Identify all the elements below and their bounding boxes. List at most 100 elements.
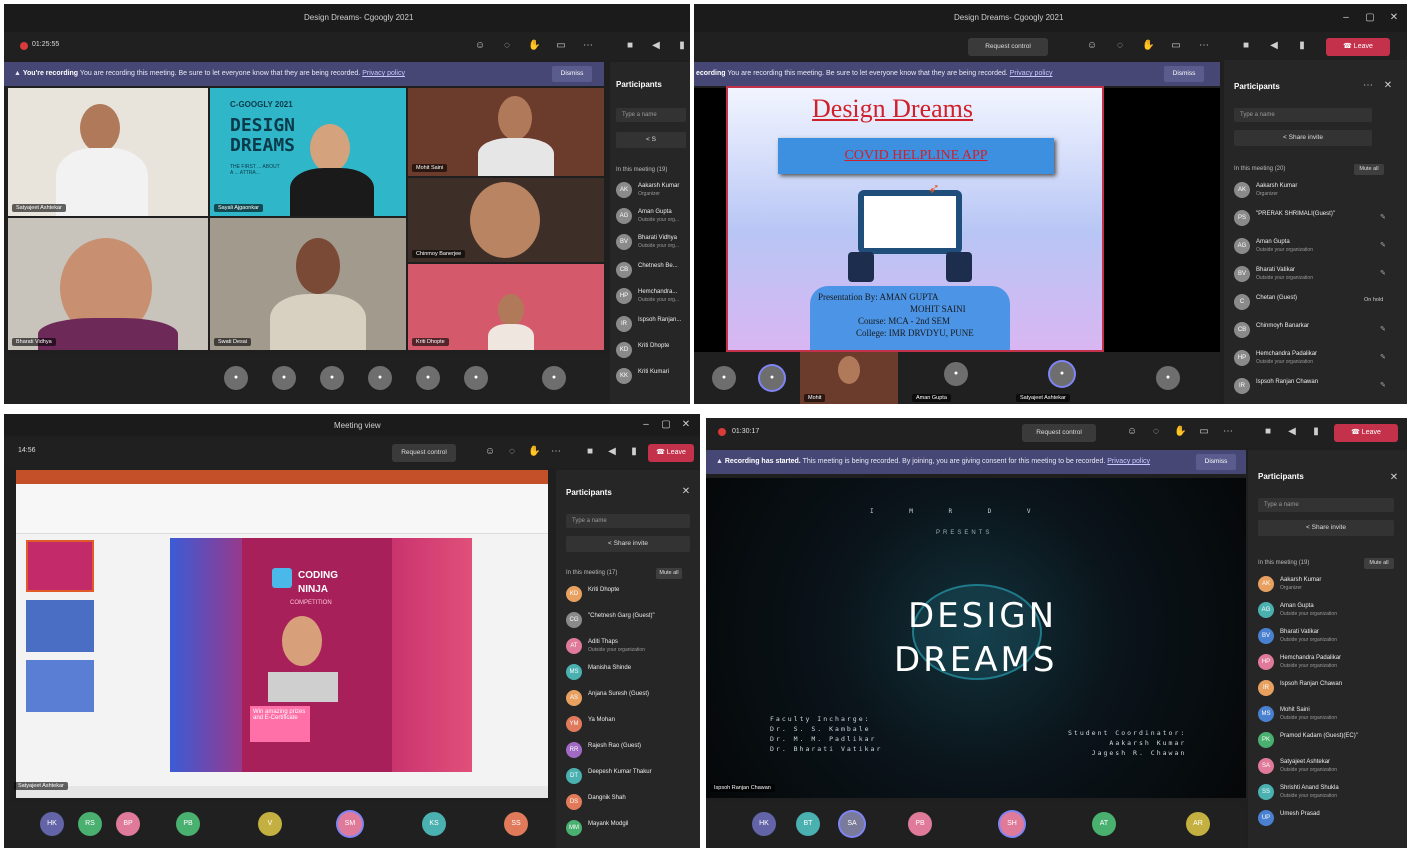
share-invite-button[interactable]: < Share invite: [1258, 520, 1394, 536]
participant-item[interactable]: BV Bharati Vatikar Outside your organiza…: [1234, 264, 1394, 286]
participant-item[interactable]: CB Chinmoyh Banarkar ✎: [1234, 320, 1394, 342]
participant-avatar[interactable]: ●: [944, 362, 968, 386]
participant-item[interactable]: MS Mohit Saini Outside your organization: [1258, 704, 1398, 726]
maximize-icon[interactable]: ▢: [1364, 12, 1376, 24]
participant-avatar[interactable]: ●: [712, 366, 736, 390]
close-icon[interactable]: ✕: [680, 419, 692, 431]
chat-icon[interactable]: ◌: [501, 40, 513, 52]
participant-item[interactable]: AT Aditi Thaps Outside your organization: [566, 636, 690, 658]
participant-avatar[interactable]: ●: [416, 366, 440, 390]
video-tile[interactable]: Mohit Saini: [408, 88, 604, 176]
participant-avatar[interactable]: HK: [40, 812, 64, 836]
request-control-button[interactable]: Request control: [1022, 424, 1096, 442]
dismiss-button[interactable]: Dismiss: [552, 66, 592, 82]
video-tile[interactable]: Swati Desai: [210, 218, 406, 350]
more-icon[interactable]: ⋯: [582, 40, 594, 52]
participant-search-input[interactable]: Type a name: [566, 514, 690, 528]
participant-avatar[interactable]: ●: [1156, 366, 1180, 390]
participant-avatar[interactable]: ●: [542, 366, 566, 390]
participant-item[interactable]: IR Ispsoh Ranjan Chawan ✎: [1234, 376, 1394, 398]
mic-icon[interactable]: ◀: [1286, 426, 1298, 438]
camera-icon[interactable]: ■: [1240, 40, 1252, 52]
ppt-thumbnail[interactable]: [26, 540, 94, 592]
privacy-link[interactable]: Privacy policy: [362, 70, 405, 77]
participant-avatar[interactable]: KS: [422, 812, 446, 836]
participant-item[interactable]: SS Shrishti Anand Shukla Outside your orga…: [1258, 782, 1398, 804]
participant-avatar[interactable]: PB: [176, 812, 200, 836]
dismiss-button[interactable]: Dismiss: [1164, 66, 1204, 82]
mic-icon[interactable]: ◀: [1268, 40, 1280, 52]
more-icon[interactable]: ⋯: [1198, 40, 1210, 52]
mute-all-button[interactable]: Mute all: [1354, 164, 1384, 175]
camera-icon[interactable]: ■: [1262, 426, 1274, 438]
participant-item[interactable]: AK Aakarsh Kumar Organizer: [1258, 574, 1398, 596]
camera-icon[interactable]: ■: [624, 40, 636, 52]
participant-item[interactable]: DS Dangnik Shah: [566, 792, 690, 814]
participant-item[interactable]: IR Ispsoh Ranjan Chawan: [1258, 678, 1398, 700]
participant-avatar[interactable]: ●: [368, 366, 392, 390]
more-icon[interactable]: ⋯: [1222, 426, 1234, 438]
share-invite-button[interactable]: < Share invite: [566, 536, 690, 552]
participant-avatar[interactable]: ●: [320, 366, 344, 390]
more-icon[interactable]: ⋯: [550, 446, 562, 458]
participant-item[interactable]: KD Kriti Dhopte: [566, 584, 690, 606]
participant-avatar[interactable]: RS: [78, 812, 102, 836]
participants-icon[interactable]: ☺: [474, 40, 486, 52]
close-icon[interactable]: ✕: [1388, 472, 1400, 484]
participant-item[interactable]: PK Pramod Kadam (Guest)(EC)": [1258, 730, 1398, 752]
rooms-icon[interactable]: ▭: [555, 40, 567, 52]
participant-avatar[interactable]: BT: [796, 812, 820, 836]
chat-icon[interactable]: ◌: [1150, 426, 1162, 438]
participant-item[interactable]: IR Ispsoh Ranjan...: [616, 314, 690, 336]
ppt-thumbnail[interactable]: [26, 660, 94, 712]
privacy-link[interactable]: Privacy policy: [1107, 458, 1150, 465]
participant-avatar[interactable]: ●: [760, 366, 784, 390]
participant-item[interactable]: AG Aman Gupta Outside your org...: [616, 206, 690, 228]
participant-item[interactable]: KD Kriti Dhopte: [616, 340, 690, 362]
close-icon[interactable]: ✕: [680, 486, 692, 498]
more-icon[interactable]: ⋯: [1362, 80, 1374, 92]
reactions-icon[interactable]: ✋: [528, 40, 540, 52]
participant-avatar[interactable]: SS: [504, 812, 528, 836]
participant-search-input[interactable]: Type a name: [1258, 498, 1394, 512]
rooms-icon[interactable]: ▭: [1198, 426, 1210, 438]
participant-search-input[interactable]: Type a name: [1234, 108, 1372, 122]
participant-avatar[interactable]: ●: [272, 366, 296, 390]
participant-item[interactable]: MM Mayank Modgil: [566, 818, 690, 840]
privacy-link[interactable]: Privacy policy: [1010, 70, 1053, 77]
participant-item[interactable]: AG Aman Gupta Outside your organization: [1258, 600, 1398, 622]
video-tile[interactable]: Satyajeet Ashtekar: [8, 88, 208, 216]
participant-item[interactable]: UP Umesh Prasad: [1258, 808, 1398, 830]
mute-all-button[interactable]: Mute all: [656, 568, 682, 579]
participant-item[interactable]: HP Hemchandra Padalikar Outside your org…: [1234, 348, 1394, 370]
participant-item[interactable]: HP Hemchandra... Outside your org...: [616, 286, 690, 308]
request-control-button[interactable]: Request control: [968, 38, 1048, 56]
dismiss-button[interactable]: Dismiss: [1196, 454, 1236, 470]
participant-avatar[interactable]: HK: [752, 812, 776, 836]
minimize-icon[interactable]: –: [1340, 12, 1352, 24]
participant-avatar[interactable]: AR: [1186, 812, 1210, 836]
participant-avatar[interactable]: ●: [224, 366, 248, 390]
participant-item[interactable]: YM Ya Mohan: [566, 714, 690, 736]
participant-avatar[interactable]: ●: [464, 366, 488, 390]
participant-avatar[interactable]: SH: [1000, 812, 1024, 836]
request-control-button[interactable]: Request control: [392, 444, 456, 462]
share-invite-button[interactable]: < Share invite: [1234, 130, 1372, 146]
participant-item[interactable]: C Chetan (Guest) On hold: [1234, 292, 1394, 314]
participant-avatar[interactable]: AT: [1092, 812, 1116, 836]
close-icon[interactable]: ✕: [1388, 12, 1400, 24]
camera-icon[interactable]: ■: [584, 446, 596, 458]
participant-avatar[interactable]: V: [258, 812, 282, 836]
maximize-icon[interactable]: ▢: [660, 419, 672, 431]
participants-icon[interactable]: ☺: [484, 446, 496, 458]
participant-item[interactable]: AS Anjana Suresh (Guest): [566, 688, 690, 710]
close-icon[interactable]: ✕: [1382, 80, 1394, 92]
participants-icon[interactable]: ☺: [1086, 40, 1098, 52]
video-tile[interactable]: Chinmoy Banerjee: [408, 178, 604, 262]
chat-icon[interactable]: ◌: [1114, 40, 1126, 52]
video-tile[interactable]: Mohit: [800, 352, 898, 404]
leave-button[interactable]: ☎ Leave: [1334, 424, 1398, 442]
share-invite-button[interactable]: < S: [616, 132, 686, 148]
participant-avatar[interactable]: SA: [840, 812, 864, 836]
share-icon[interactable]: ▮: [1296, 40, 1308, 52]
